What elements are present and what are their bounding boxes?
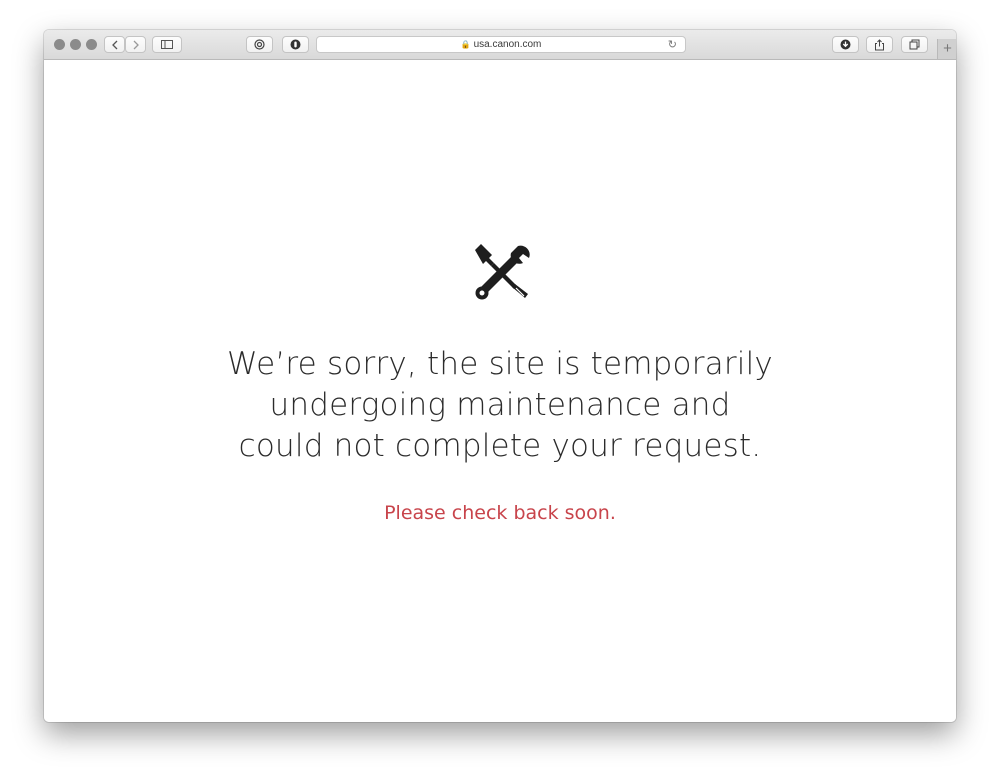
zoom-window-button[interactable]	[86, 39, 97, 50]
wrench-screwdriver-icon	[475, 244, 530, 300]
page-content: We’re sorry, the site is temporarily und…	[44, 60, 956, 722]
url-text: usa.canon.com	[473, 39, 542, 50]
back-button[interactable]	[104, 36, 125, 53]
sidebar-button[interactable]	[152, 36, 182, 53]
minimize-window-button[interactable]	[70, 39, 81, 50]
headline-line-2: undergoing maintenance and	[269, 387, 731, 423]
downloads-button[interactable]	[832, 36, 859, 53]
shield-icon	[290, 39, 301, 50]
chevron-left-icon	[111, 40, 117, 49]
password-extension-button[interactable]	[246, 36, 273, 53]
reload-icon[interactable]: ↻	[668, 38, 677, 51]
headline-line-1: We’re sorry, the site is temporarily	[227, 346, 773, 382]
address-bar[interactable]: 🔒 usa.canon.com ↻	[316, 36, 686, 53]
new-tab-button[interactable]: +	[937, 39, 956, 59]
chevron-right-icon	[133, 40, 139, 49]
download-icon	[840, 39, 851, 50]
sidebar-icon	[161, 40, 173, 49]
tabs-icon	[909, 39, 920, 50]
browser-toolbar: 🔒 usa.canon.com ↻ +	[44, 30, 956, 60]
browser-window: 🔒 usa.canon.com ↻ + We’re sorry, the sit…	[44, 30, 956, 722]
tab-overview-button[interactable]	[901, 36, 928, 53]
check-back-message: Please check back soon.	[384, 502, 616, 524]
maintenance-message: We’re sorry, the site is temporarily und…	[44, 344, 956, 467]
close-window-button[interactable]	[54, 39, 65, 50]
headline-line-3: could not complete your request.	[238, 428, 762, 464]
share-icon	[875, 38, 884, 50]
privacy-extension-button[interactable]	[282, 36, 309, 53]
keyhole-icon	[254, 39, 265, 50]
forward-button[interactable]	[125, 36, 146, 53]
lock-icon: 🔒	[460, 40, 471, 49]
share-button[interactable]	[866, 36, 893, 53]
